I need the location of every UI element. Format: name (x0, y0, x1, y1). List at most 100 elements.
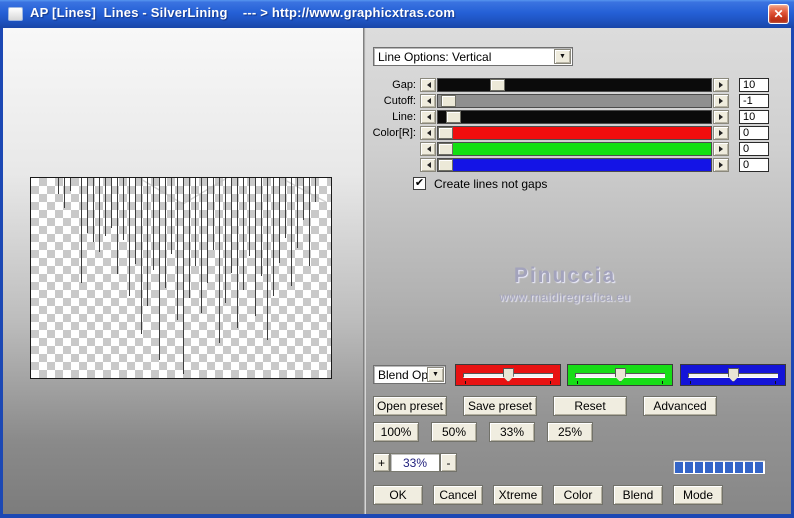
line-options-dropdown-button[interactable]: ▼ (554, 49, 571, 64)
tick-mark (577, 381, 578, 384)
cutoff-left-arrow-button[interactable] (420, 94, 436, 108)
arrow-left-icon (424, 114, 431, 120)
zoom-50-button[interactable]: 50% (431, 422, 477, 442)
line-slider-thumb[interactable] (446, 111, 461, 123)
color-r-slider-track[interactable] (437, 126, 712, 140)
red-channel-slider[interactable] (455, 364, 561, 386)
ok-button[interactable]: OK (373, 485, 423, 505)
preview-canvas[interactable] (30, 177, 332, 379)
app-icon (8, 7, 23, 21)
open-preset-button[interactable]: Open preset (373, 396, 447, 416)
color-r-value-input[interactable] (739, 126, 769, 140)
save-preset-button[interactable]: Save preset (463, 396, 537, 416)
advanced-button[interactable]: Advanced (643, 396, 717, 416)
cutoff-slider-thumb[interactable] (441, 95, 456, 107)
color-r-label: Color[R]: (366, 127, 416, 139)
blend-options-dropdown-button[interactable]: ▼ (427, 367, 444, 382)
color-b-value-input[interactable] (739, 158, 769, 172)
line-options-dropdown[interactable]: Line Options: Vertical ▼ (373, 47, 573, 66)
green-slider-thumb[interactable] (615, 368, 626, 382)
zoom-out-button[interactable]: - (440, 453, 457, 472)
progress-segment (715, 462, 723, 473)
arrow-left-icon (424, 130, 431, 136)
color-b-left-arrow-button[interactable] (420, 158, 436, 172)
blend-options-dropdown[interactable]: Blend Opti ▼ (373, 365, 446, 384)
color-b-slider-track[interactable] (437, 158, 712, 172)
line-label: Line: (366, 111, 416, 123)
xtreme-button[interactable]: Xtreme (493, 485, 543, 505)
progress-segment (685, 462, 693, 473)
create-lines-checkbox-label: Create lines not gaps (434, 177, 547, 191)
controls-panel: Line Options: Vertical ▼ Gap: Cutoff: (366, 28, 791, 514)
arrow-left-icon (424, 162, 431, 168)
color-r-slider-thumb[interactable] (438, 127, 453, 139)
tick-mark (690, 381, 691, 384)
plugin-window: AP [Lines] Lines - SilverLining --- > ht… (0, 0, 794, 518)
slider-row-color-red: Color[R]: (366, 126, 791, 141)
cutoff-value-input[interactable] (739, 94, 769, 108)
preview-lines-image (31, 178, 331, 378)
color-g-left-arrow-button[interactable] (420, 142, 436, 156)
close-button[interactable]: ✕ (768, 4, 789, 24)
cutoff-right-arrow-button[interactable] (713, 94, 729, 108)
slider-row-color-blue (366, 158, 791, 173)
arrow-left-icon (424, 146, 431, 152)
slider-row-cutoff: Cutoff: (366, 94, 791, 109)
line-right-arrow-button[interactable] (713, 110, 729, 124)
title-bar[interactable]: AP [Lines] Lines - SilverLining --- > ht… (0, 0, 794, 28)
gap-slider-track[interactable] (437, 78, 712, 92)
create-lines-checkbox-row: ✔ Create lines not gaps (366, 177, 791, 192)
dialog-body: Line Options: Vertical ▼ Gap: Cutoff: (3, 28, 791, 514)
gap-value-input[interactable] (739, 78, 769, 92)
line-value-input[interactable] (739, 110, 769, 124)
red-slider-thumb[interactable] (503, 368, 514, 382)
green-channel-slider[interactable] (567, 364, 673, 386)
mode-button[interactable]: Mode (673, 485, 723, 505)
color-g-right-arrow-button[interactable] (713, 142, 729, 156)
progress-segment (755, 462, 763, 473)
zoom-33-button[interactable]: 33% (489, 422, 535, 442)
tick-mark (550, 381, 551, 384)
watermark-name: Pinuccia (445, 264, 685, 288)
color-g-value-input[interactable] (739, 142, 769, 156)
cancel-button[interactable]: Cancel (433, 485, 483, 505)
slider-row-gap: Gap: (366, 78, 791, 93)
create-lines-checkbox[interactable]: ✔ (413, 177, 426, 190)
blue-slider-thumb[interactable] (728, 368, 739, 382)
reset-button[interactable]: Reset (553, 396, 627, 416)
progress-bar (672, 459, 766, 475)
watermark: Pinuccia www.maidiregrafica.eu (445, 264, 685, 304)
progress-segment (745, 462, 753, 473)
close-icon: ✕ (773, 8, 783, 20)
progress-segment (735, 462, 743, 473)
color-r-right-arrow-button[interactable] (713, 126, 729, 140)
color-button[interactable]: Color (553, 485, 603, 505)
gap-slider-thumb[interactable] (490, 79, 505, 91)
line-options-value: Line Options: Vertical (374, 50, 554, 64)
cutoff-slider-track[interactable] (437, 94, 712, 108)
checkmark-icon: ✔ (415, 178, 424, 189)
gap-left-arrow-button[interactable] (420, 78, 436, 92)
tick-mark (465, 381, 466, 384)
zoom-in-button[interactable]: + (373, 453, 390, 472)
gap-right-arrow-button[interactable] (713, 78, 729, 92)
blend-button[interactable]: Blend (613, 485, 663, 505)
arrow-left-icon (424, 82, 431, 88)
progress-segment (695, 462, 703, 473)
arrow-left-icon (424, 98, 431, 104)
color-b-right-arrow-button[interactable] (713, 158, 729, 172)
blend-options-value: Blend Opti (374, 368, 427, 382)
progress-segment (705, 462, 713, 473)
tick-mark (662, 381, 663, 384)
color-r-left-arrow-button[interactable] (420, 126, 436, 140)
color-g-slider-track[interactable] (437, 142, 712, 156)
color-b-slider-thumb[interactable] (438, 159, 453, 171)
blue-channel-slider[interactable] (680, 364, 786, 386)
color-g-slider-thumb[interactable] (438, 143, 453, 155)
zoom-25-button[interactable]: 25% (547, 422, 593, 442)
line-left-arrow-button[interactable] (420, 110, 436, 124)
line-slider-track[interactable] (437, 110, 712, 124)
zoom-level-input[interactable] (390, 453, 440, 472)
zoom-100-button[interactable]: 100% (373, 422, 419, 442)
arrow-right-icon (719, 82, 726, 88)
